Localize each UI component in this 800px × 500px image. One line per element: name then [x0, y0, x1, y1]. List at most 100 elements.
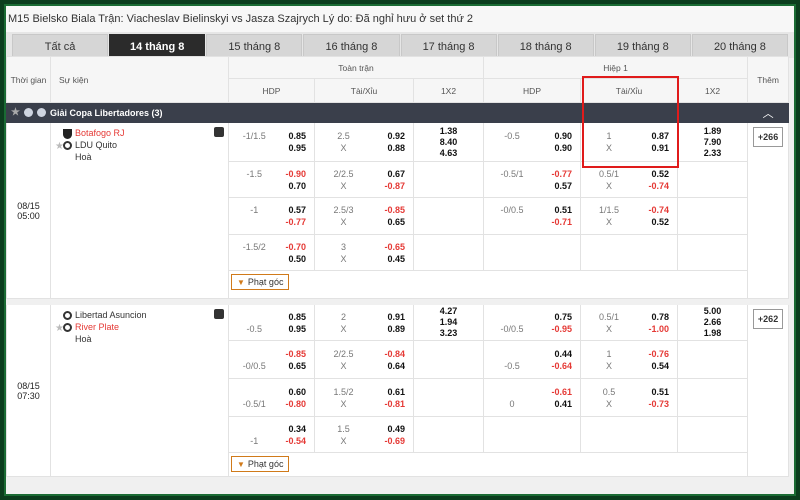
odds-value[interactable]: 0.95 — [272, 142, 306, 154]
odds-value[interactable]: 0.57 — [532, 180, 573, 192]
odds-value[interactable]: -0.71 — [532, 216, 573, 228]
odds-value[interactable]: -0.85 — [272, 348, 306, 360]
odds-value[interactable]: -0.87 — [364, 180, 405, 192]
odds-line: 2 — [340, 311, 346, 322]
date-tab[interactable]: 20 tháng 8 — [691, 34, 788, 58]
odds-1x2[interactable]: 1.94 — [414, 317, 483, 328]
odds-value[interactable]: -0.95 — [532, 323, 573, 335]
odds-value[interactable]: 0.95 — [272, 323, 306, 335]
odds-value[interactable]: 0.85 — [272, 311, 306, 323]
date-tab[interactable]: Tất cả — [12, 34, 109, 58]
odds-value[interactable]: -0.65 — [364, 241, 405, 253]
odds-line: X — [340, 253, 347, 264]
odds-value[interactable]: -0.81 — [364, 398, 405, 410]
league-row[interactable]: ★ Giải Copa Libertadores (3) ︿ — [5, 102, 790, 123]
home-team[interactable]: Botafogo RJ — [75, 128, 125, 138]
more-markets-button[interactable]: +262 — [752, 309, 784, 329]
odds-value[interactable]: 0.67 — [364, 168, 405, 180]
date-tab[interactable]: 18 tháng 8 — [497, 34, 594, 58]
odds-value[interactable]: 0.91 — [629, 142, 670, 154]
odds-value[interactable]: 0.57 — [272, 204, 306, 216]
odds-value[interactable]: -0.69 — [364, 435, 405, 447]
odds-value[interactable]: 0.49 — [364, 423, 405, 435]
odds-1x2[interactable]: 7.90 — [678, 137, 747, 148]
odds-value[interactable]: -0.74 — [629, 204, 670, 216]
corner-label: Phạt góc — [247, 459, 284, 469]
odds-value[interactable]: 0.51 — [629, 386, 670, 398]
away-team[interactable]: River Plate — [75, 322, 119, 332]
odds-value[interactable]: -0.80 — [272, 398, 306, 410]
home-team[interactable]: Libertad Asuncion — [75, 310, 147, 320]
odds-value[interactable]: -0.64 — [532, 360, 573, 372]
odds-value[interactable]: 0.78 — [629, 311, 670, 323]
odds-pair: -1 0.57 -0.77 — [229, 202, 314, 230]
odds-1x2[interactable]: 1.38 — [414, 126, 483, 137]
star-icon[interactable]: ★ — [11, 107, 20, 118]
odds-value[interactable]: 0.61 — [364, 386, 405, 398]
odds-value[interactable]: 0.87 — [629, 130, 670, 142]
odds-value[interactable]: -0.76 — [629, 348, 670, 360]
odds-value[interactable]: 0.51 — [532, 204, 573, 216]
odds-1x2[interactable]: 5.00 — [678, 306, 747, 317]
date-tab[interactable]: 14 tháng 8 — [109, 34, 206, 58]
odds-line: X — [606, 180, 613, 191]
odds-value[interactable]: 0.52 — [629, 216, 670, 228]
star-icon[interactable]: ★ — [55, 141, 64, 152]
odds-value[interactable]: -0.77 — [272, 216, 306, 228]
odds-value[interactable]: 0.60 — [272, 386, 306, 398]
odds-value[interactable]: 0.70 — [272, 180, 306, 192]
odds-1x2[interactable]: 2.66 — [678, 317, 747, 328]
corner-button[interactable]: ▼ Phạt góc — [231, 456, 290, 472]
odds-value[interactable]: 0.65 — [364, 216, 405, 228]
date-tab[interactable]: 16 tháng 8 — [303, 34, 400, 58]
odds-value[interactable]: 0.64 — [364, 360, 405, 372]
odds-value[interactable]: -0.74 — [629, 180, 670, 192]
team-crest-icon — [63, 323, 72, 333]
odds-value[interactable]: 0.41 — [532, 398, 573, 410]
odds-value[interactable]: 0.90 — [532, 130, 573, 142]
odds-value[interactable]: -0.90 — [272, 168, 306, 180]
date-tab[interactable]: 15 tháng 8 — [206, 34, 303, 58]
odds-value[interactable]: -0.73 — [629, 398, 670, 410]
odds-value[interactable]: 0.89 — [364, 323, 405, 335]
odds-value[interactable]: 0.90 — [532, 142, 573, 154]
odds-value[interactable]: 0.85 — [272, 130, 306, 142]
odds-value[interactable]: -0.85 — [364, 204, 405, 216]
odds-1x2[interactable]: 3.23 — [414, 328, 483, 339]
odds-1x2[interactable]: 1.98 — [678, 328, 747, 339]
odds-value[interactable]: -1.00 — [629, 323, 670, 335]
star-icon[interactable]: ★ — [55, 323, 64, 334]
live-stream-icon[interactable] — [214, 309, 224, 319]
odds-value[interactable]: 0.91 — [364, 311, 405, 323]
odds-value[interactable]: 0.75 — [532, 311, 573, 323]
odds-value[interactable]: -0.70 — [272, 241, 306, 253]
odds-1x2[interactable]: 4.27 — [414, 306, 483, 317]
date-tab[interactable]: 17 tháng 8 — [400, 34, 497, 58]
odds-value[interactable]: -0.61 — [532, 386, 573, 398]
odds-value[interactable]: -0.77 — [532, 168, 573, 180]
odds-value[interactable]: 0.54 — [629, 360, 670, 372]
odds-1x2[interactable]: 2.33 — [678, 148, 747, 159]
match-info[interactable]: Botafogo RJ LDU Quito Hoà ★ — [50, 122, 229, 299]
odds-value[interactable]: 0.50 — [272, 253, 306, 265]
odds-value[interactable]: -0.54 — [272, 435, 306, 447]
more-markets-button[interactable]: +266 — [752, 127, 784, 147]
date-tab[interactable]: 19 tháng 8 — [594, 34, 691, 58]
odds-value[interactable]: 0.65 — [272, 360, 306, 372]
odds-line: -1 — [250, 435, 259, 446]
odds-value[interactable]: 0.52 — [629, 168, 670, 180]
odds-value[interactable]: -0.84 — [364, 348, 405, 360]
odds-value[interactable]: 0.92 — [364, 130, 405, 142]
odds-1x2[interactable]: 4.63 — [414, 148, 483, 159]
odds-value[interactable]: 0.45 — [364, 253, 405, 265]
away-team[interactable]: LDU Quito — [75, 140, 117, 150]
corner-button[interactable]: ▼ Phạt góc — [231, 274, 290, 290]
odds-value[interactable]: 0.88 — [364, 142, 405, 154]
odds-1x2[interactable]: 1.89 — [678, 126, 747, 137]
chevron-up-icon[interactable]: ︿ — [747, 102, 790, 123]
odds-value[interactable]: 0.44 — [532, 348, 573, 360]
odds-value[interactable]: 0.34 — [272, 423, 306, 435]
odds-1x2[interactable]: 8.40 — [414, 137, 483, 148]
match-info[interactable]: Libertad Asuncion River Plate Hoà ★ — [50, 304, 229, 477]
live-stream-icon[interactable] — [214, 127, 224, 137]
